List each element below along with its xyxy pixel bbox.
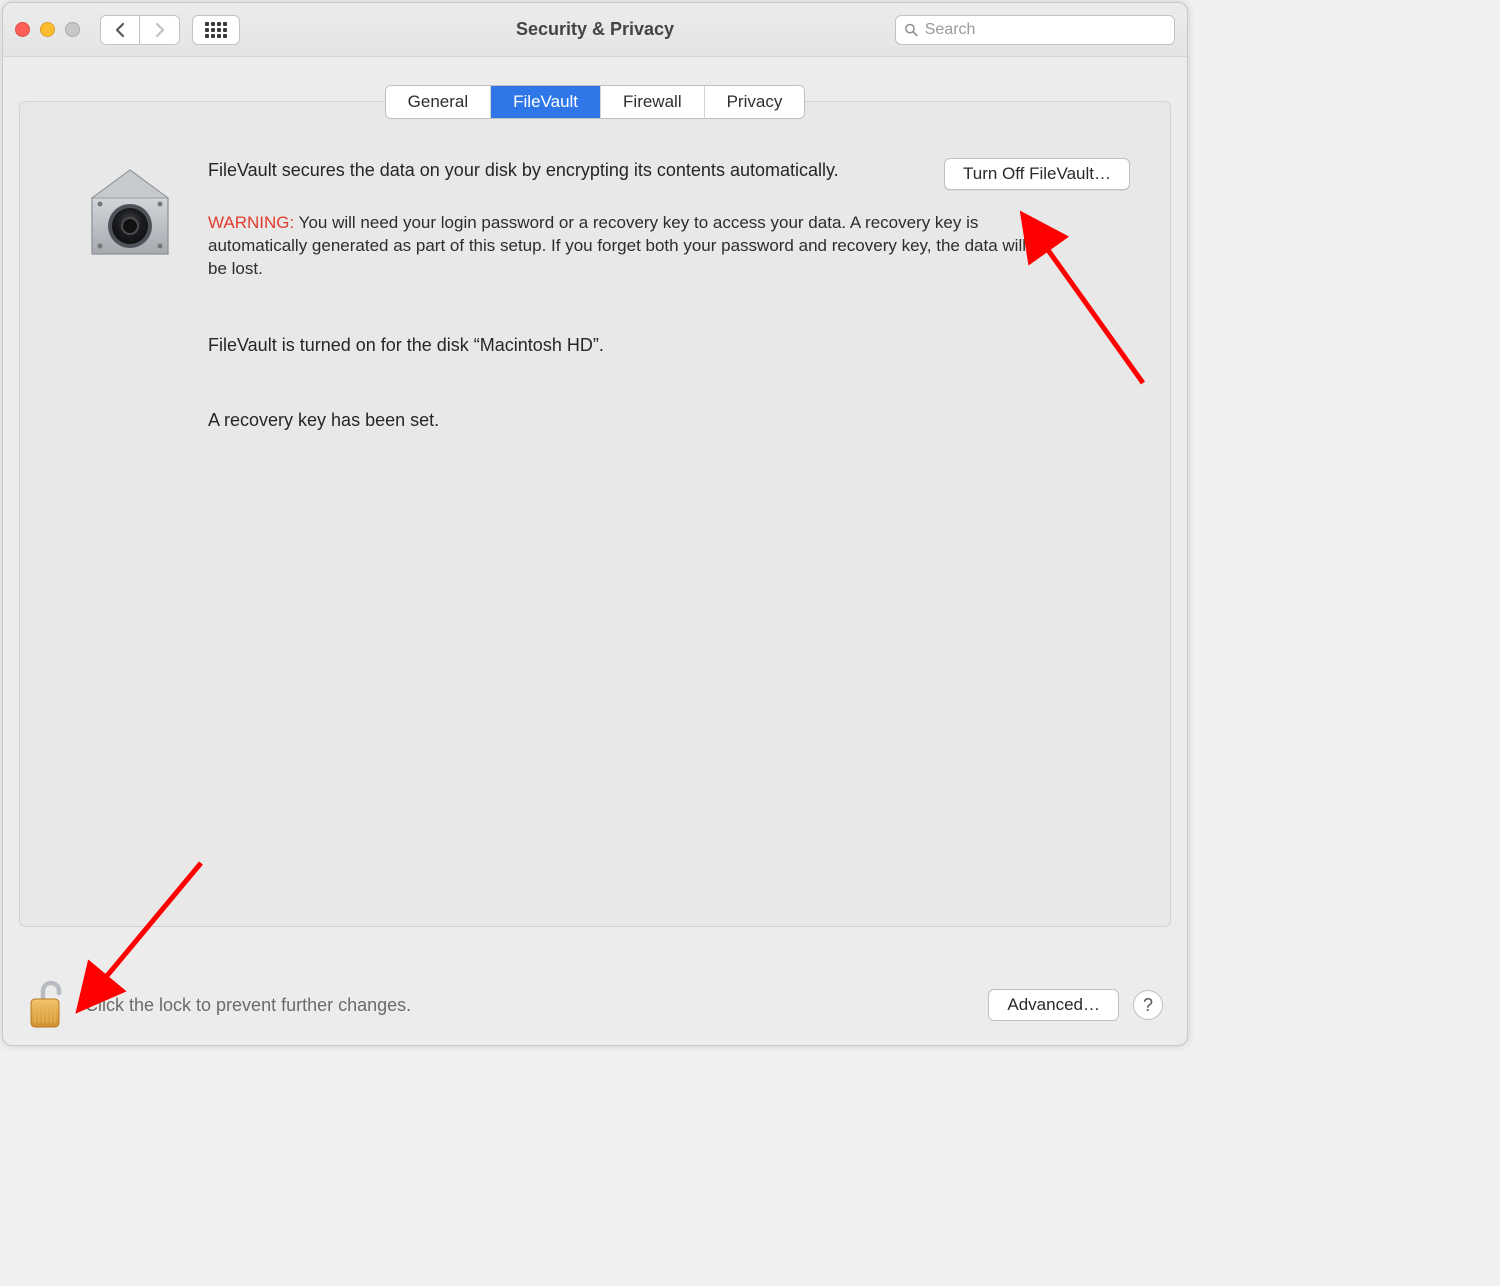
description-row: FileVault secures the data on your disk …: [208, 158, 1130, 190]
search-field[interactable]: [895, 15, 1175, 45]
close-window-button[interactable]: [15, 22, 30, 37]
chevron-right-icon: [154, 22, 166, 38]
minimize-window-button[interactable]: [40, 22, 55, 37]
filevault-icon: [80, 164, 180, 264]
tab-row: General FileVault Firewall Privacy: [3, 85, 1187, 119]
show-all-button[interactable]: [192, 15, 240, 45]
grid-icon: [205, 22, 227, 38]
tab-filevault[interactable]: FileVault: [491, 86, 601, 118]
back-button[interactable]: [100, 15, 140, 45]
preferences-window: Security & Privacy General FileVault Fir…: [2, 2, 1188, 1046]
window-title: Security & Privacy: [516, 19, 674, 40]
warning-label: WARNING:: [208, 213, 294, 232]
status-line: FileVault is turned on for the disk “Mac…: [208, 335, 1130, 356]
search-icon: [904, 22, 919, 38]
advanced-button[interactable]: Advanced…: [988, 989, 1119, 1021]
filevault-description: FileVault secures the data on your disk …: [208, 158, 922, 182]
segmented-tabs: General FileVault Firewall Privacy: [385, 85, 806, 119]
nav-buttons: [100, 15, 180, 45]
warning-block: WARNING: You will need your login passwo…: [208, 212, 1028, 281]
footer: Click the lock to prevent further change…: [3, 965, 1187, 1045]
forward-button[interactable]: [140, 15, 180, 45]
content-panel: FileVault secures the data on your disk …: [19, 101, 1171, 927]
search-input[interactable]: [925, 21, 1166, 39]
titlebar: Security & Privacy: [3, 3, 1187, 57]
traffic-lights: [15, 22, 80, 37]
help-button[interactable]: ?: [1133, 990, 1163, 1020]
tab-general[interactable]: General: [386, 86, 491, 118]
footer-right: Advanced… ?: [988, 989, 1163, 1021]
unlocked-lock-icon: [27, 979, 67, 1031]
zoom-window-button[interactable]: [65, 22, 80, 37]
warning-text: You will need your login password or a r…: [208, 213, 1026, 278]
content-row: FileVault secures the data on your disk …: [60, 158, 1130, 431]
turn-off-filevault-button[interactable]: Turn Off FileVault…: [944, 158, 1130, 190]
tab-firewall[interactable]: Firewall: [601, 86, 705, 118]
text-column: FileVault secures the data on your disk …: [208, 158, 1130, 431]
lock-button[interactable]: Click the lock to prevent further change…: [27, 979, 411, 1031]
chevron-left-icon: [114, 22, 126, 38]
tab-privacy[interactable]: Privacy: [705, 86, 805, 118]
lock-text: Click the lock to prevent further change…: [85, 995, 411, 1016]
recovery-line: A recovery key has been set.: [208, 410, 1130, 431]
